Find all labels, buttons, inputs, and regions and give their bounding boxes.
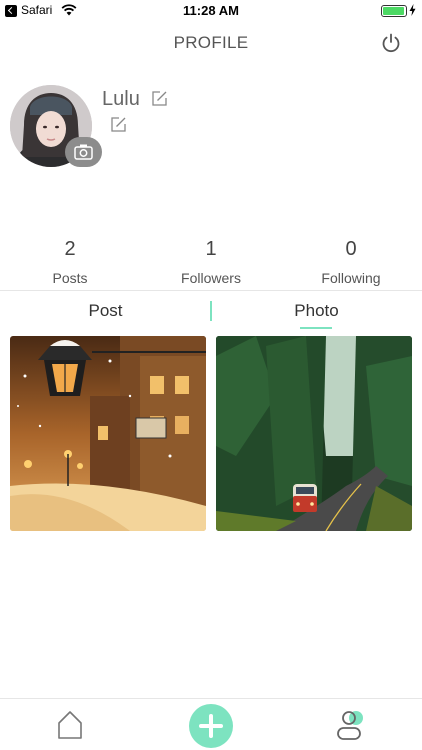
stat-followers[interactable]: 1 Followers (141, 238, 281, 286)
status-bar: Safari 11:28 AM (0, 0, 422, 22)
tab-photo[interactable]: Photo (211, 291, 422, 331)
edit-bio-icon[interactable] (110, 116, 127, 133)
bottom-tab-bar (0, 698, 422, 750)
following-label: Following (321, 270, 381, 286)
following-count: 0 (345, 238, 357, 260)
photo-thumbnail-snowy-street[interactable] (10, 336, 206, 531)
tab-post[interactable]: Post (0, 291, 211, 331)
stats-row: 2 Posts 1 Followers 0 Following (0, 238, 422, 290)
stat-posts[interactable]: 2 Posts (0, 238, 140, 286)
followers-label: Followers (181, 270, 241, 286)
page-title: PROFILE (173, 33, 249, 52)
home-icon[interactable] (55, 709, 85, 741)
stat-following[interactable]: 0 Following (281, 238, 421, 286)
followers-count: 1 (205, 238, 217, 260)
content-tabs: Post Photo (0, 291, 422, 331)
add-icon[interactable] (189, 704, 233, 748)
posts-label: Posts (52, 270, 88, 286)
posts-count: 2 (64, 238, 76, 260)
battery-icon (381, 5, 407, 17)
power-icon[interactable] (380, 32, 402, 54)
tab-selected-indicator (300, 327, 332, 329)
charging-bolt-icon (409, 4, 416, 16)
change-avatar-button[interactable] (65, 137, 102, 167)
battery-level (383, 7, 404, 15)
avatar-container (10, 85, 102, 167)
edit-icon[interactable] (151, 90, 168, 107)
photo-thumbnail-forest-road[interactable] (216, 336, 412, 531)
username: Lulu (102, 88, 140, 110)
camera-icon (74, 144, 93, 160)
profile-icon[interactable] (334, 709, 370, 743)
clock: 11:28 AM (183, 3, 239, 18)
